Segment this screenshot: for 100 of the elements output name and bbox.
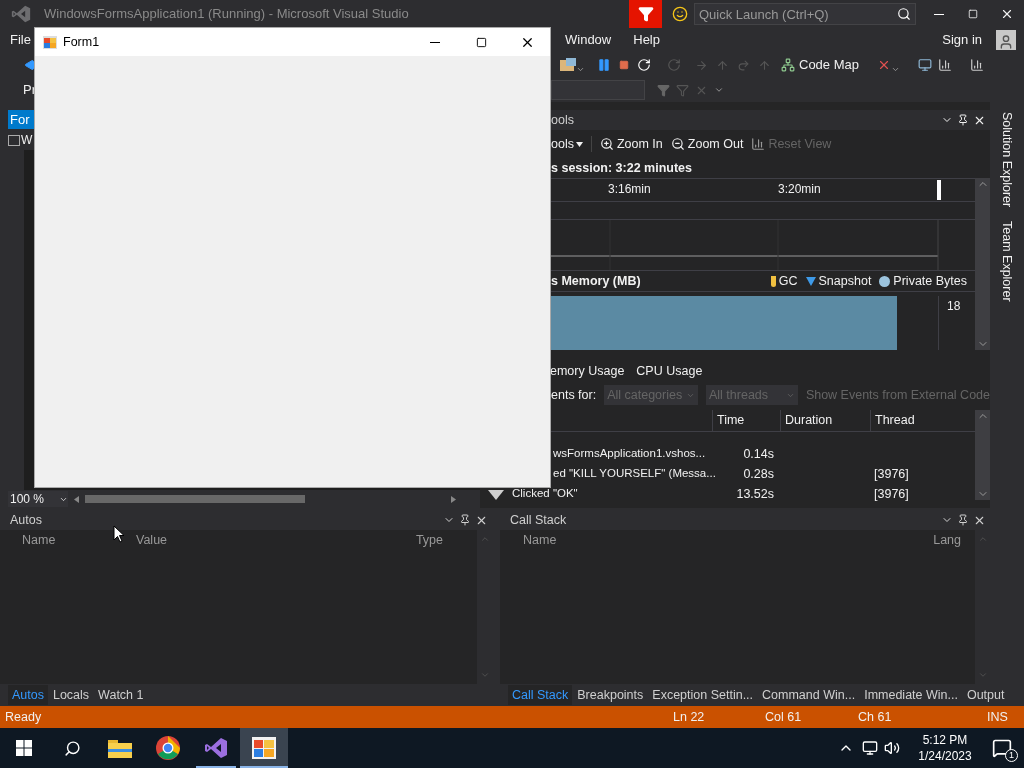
close-icon bbox=[1000, 7, 1014, 21]
quick-launch-field[interactable]: Quick Launch (Ctrl+Q) bbox=[694, 3, 916, 25]
scroll-up-icon bbox=[977, 534, 988, 544]
mouse-pointer-icon bbox=[113, 525, 125, 543]
infinity-logo-icon bbox=[10, 4, 32, 24]
legend-label: GC bbox=[778, 272, 798, 290]
panel-tab[interactable]: Output bbox=[962, 685, 1009, 705]
code-map-button[interactable]: Code Map bbox=[781, 55, 859, 75]
panel-tab[interactable]: Command Win... bbox=[758, 685, 860, 705]
panel-tab[interactable]: Locals bbox=[48, 685, 94, 705]
scroll-left-icon bbox=[74, 495, 79, 503]
notification-count: 1 bbox=[1005, 749, 1018, 762]
form-icon bbox=[43, 35, 57, 49]
filter-icon bbox=[657, 83, 670, 97]
clock-time: 5:12 PM bbox=[922, 732, 968, 748]
document-tab[interactable]: For bbox=[8, 110, 34, 129]
status-item: Ln 22 bbox=[673, 708, 706, 726]
menu-item[interactable]: File bbox=[10, 30, 31, 50]
menu-item[interactable]: Help bbox=[633, 30, 660, 50]
step-out-icon bbox=[758, 58, 771, 72]
dropdown-field[interactable] bbox=[551, 80, 645, 100]
panel-tab[interactable]: Exception Settin... bbox=[648, 685, 758, 705]
window-app-icon bbox=[252, 737, 276, 759]
volume-icon bbox=[884, 740, 900, 756]
panel-tab[interactable]: Watch 1 bbox=[94, 685, 148, 705]
view-tab[interactable]: CPU Usage bbox=[636, 361, 703, 381]
column-header[interactable]: Name bbox=[500, 530, 557, 550]
filter-icon bbox=[637, 6, 654, 22]
legend-label: Snapshot bbox=[818, 272, 872, 290]
zoom-dropdown[interactable]: 100 % bbox=[8, 491, 68, 507]
table-cell: 0.14s bbox=[743, 446, 774, 461]
panel-tab[interactable]: Immediate Win... bbox=[860, 685, 962, 705]
avatar-icon[interactable] bbox=[996, 30, 1016, 50]
zoom-out-icon bbox=[670, 137, 685, 151]
search-icon bbox=[897, 7, 911, 21]
zoom-in-icon bbox=[599, 137, 614, 151]
session-duration: s session: 3:22 minutes bbox=[551, 159, 693, 177]
minimize-icon bbox=[430, 41, 440, 43]
panel-tab[interactable]: Autos bbox=[8, 685, 48, 705]
table-cell-text: Clicked "OK" bbox=[512, 486, 578, 502]
column-header[interactable]: Duration bbox=[780, 410, 870, 431]
status-item: INS bbox=[987, 708, 1009, 726]
folder-icon bbox=[108, 738, 132, 758]
bar-chart-icon bbox=[751, 137, 766, 151]
stop-icon bbox=[619, 60, 629, 70]
column-header[interactable]: Type bbox=[415, 530, 477, 550]
tools-menu[interactable]: ools bbox=[551, 134, 583, 154]
restore-icon bbox=[968, 9, 978, 19]
filter-icon bbox=[676, 83, 689, 97]
view-tab[interactable]: emory Usage bbox=[550, 361, 625, 381]
window-title: WindowsFormsApplication1 (Running) - Microsoft Visual Studio bbox=[44, 5, 409, 24]
column-header[interactable]: Time bbox=[712, 410, 780, 431]
step-into-icon bbox=[716, 58, 729, 72]
back-icon bbox=[24, 59, 36, 71]
maximize-icon bbox=[475, 36, 487, 48]
panel-tab[interactable]: Call Stack bbox=[508, 685, 573, 705]
toolbar-icon bbox=[918, 58, 932, 72]
column-header[interactable]: Name bbox=[0, 530, 136, 550]
time-label: 3:20min bbox=[778, 181, 821, 198]
column-header[interactable]: Lang bbox=[933, 530, 975, 550]
restart-icon bbox=[637, 58, 651, 72]
caret-icon bbox=[575, 141, 583, 147]
chart-title: s Memory (MB) bbox=[551, 272, 641, 290]
scrollbar[interactable] bbox=[975, 178, 990, 350]
taskbar-app[interactable] bbox=[240, 728, 288, 768]
zoom-out-button[interactable]: Zoom Out bbox=[670, 134, 744, 154]
search-icon bbox=[63, 739, 81, 757]
scroll-down-icon bbox=[479, 670, 490, 680]
side-tab[interactable]: Team Explorer bbox=[997, 221, 1017, 302]
scroll-down-icon bbox=[977, 670, 988, 680]
pin-icon bbox=[957, 514, 969, 526]
feedback-button[interactable] bbox=[629, 0, 662, 28]
panel-title: ools bbox=[551, 111, 574, 129]
panel-title: Call Stack bbox=[510, 511, 567, 529]
pin-icon bbox=[957, 114, 969, 126]
scroll-up-icon bbox=[479, 534, 490, 544]
panel-tab[interactable]: Breakpoints bbox=[573, 685, 648, 705]
panel-title: Autos bbox=[10, 511, 42, 529]
table-cell: 0.28s bbox=[743, 466, 774, 481]
filter-label: ents for: bbox=[551, 386, 597, 404]
side-tab[interactable]: Solution Explorer bbox=[997, 112, 1017, 208]
column-header[interactable]: Value bbox=[136, 530, 406, 550]
zoom-in-button[interactable]: Zoom In bbox=[599, 134, 663, 154]
scrollbar[interactable] bbox=[975, 410, 990, 500]
status-text: Ready bbox=[5, 708, 42, 726]
toolbar-icon bbox=[970, 58, 984, 72]
sign-in-link[interactable]: Sign in bbox=[942, 30, 982, 50]
minimize-icon bbox=[934, 13, 944, 15]
pause-icon bbox=[597, 58, 611, 72]
table-cell-text: wsFormsApplication1.vshos... bbox=[553, 446, 706, 462]
horizontal-scrollbar[interactable] bbox=[74, 493, 456, 505]
windows-icon bbox=[16, 740, 32, 756]
step-back-icon bbox=[737, 58, 750, 72]
table-cell: [3976] bbox=[874, 486, 909, 501]
clock-date: 1/24/2023 bbox=[918, 748, 972, 764]
status-item: Ch 61 bbox=[858, 708, 893, 726]
folder-icon bbox=[560, 58, 576, 72]
window-title: Form1 bbox=[63, 33, 100, 51]
running-indicator bbox=[240, 766, 288, 768]
menu-item[interactable]: Window bbox=[565, 30, 612, 50]
